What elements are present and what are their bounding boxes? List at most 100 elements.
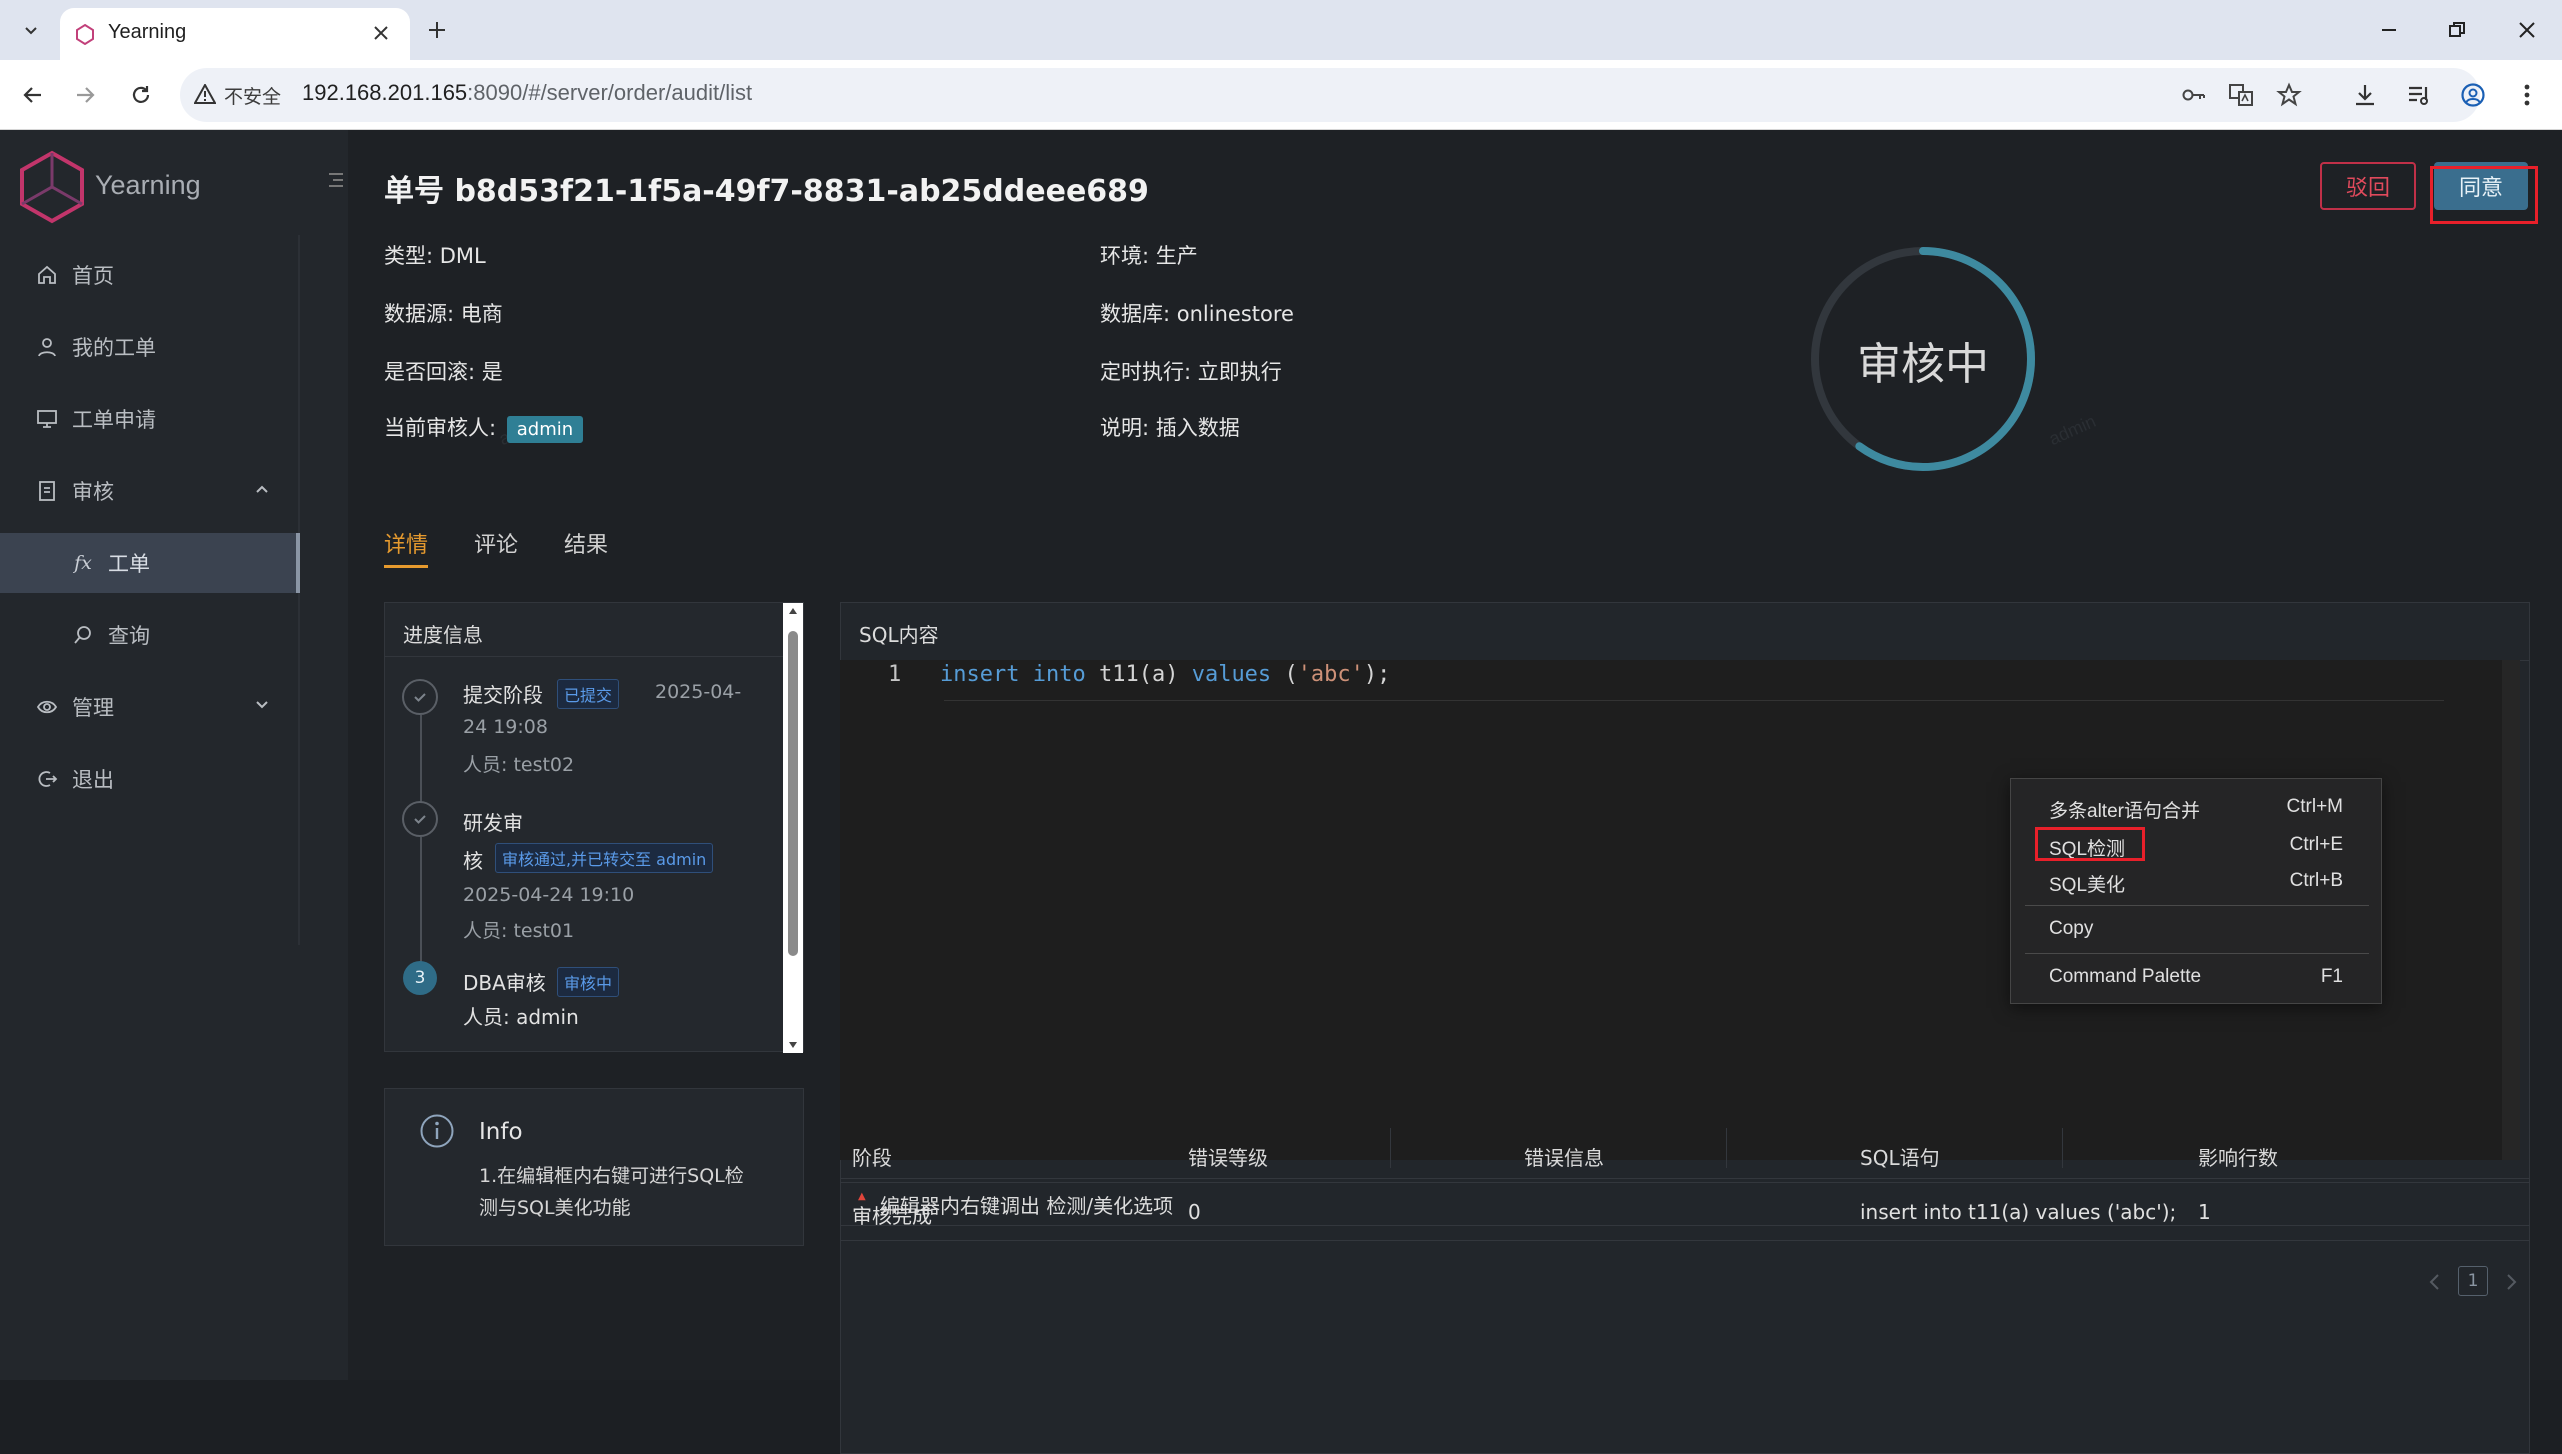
address-bar[interactable]: 不安全 192.168.201.165:8090/#/server/order/… xyxy=(180,68,2480,122)
order-desc: 说明: 插入数据 xyxy=(1100,412,1240,442)
browser-tab[interactable]: Yearning xyxy=(60,8,410,60)
editor-scrollbar[interactable] xyxy=(2502,660,2520,1160)
step-number-badge: 3 xyxy=(403,961,437,995)
manage-icon xyxy=(34,696,60,718)
menu-separator xyxy=(2025,953,2369,954)
info-line-1: 1.在编辑框内右键可进行SQL检 xyxy=(479,1165,744,1187)
sidebar-item-orders[interactable]: fx 工单 xyxy=(0,533,300,593)
prev-page-icon[interactable] xyxy=(2428,1272,2442,1292)
code-keyword: insert xyxy=(940,662,1020,687)
step-submit-time-a: 2025-04- xyxy=(655,681,742,703)
desc-value: 插入数据 xyxy=(1155,416,1240,440)
sidebar-item-query[interactable]: 查询 xyxy=(0,605,300,665)
column-header-sql: SQL语句 xyxy=(1860,1146,1940,1170)
menu-item-copy[interactable]: Copy xyxy=(2011,911,2383,947)
step-dba-person: 人员: admin xyxy=(463,1005,579,1029)
order-title: 单号 b8d53f21-1f5a-49f7-8831-ab25ddeee689 xyxy=(384,174,1149,209)
table-cell-affected-rows: 1 xyxy=(2198,1200,2211,1224)
approved-tag: 审核通过,并已转交至 admin xyxy=(495,843,714,873)
rollback-label: 是否回滚: xyxy=(384,360,476,384)
menu-item-label: Copy xyxy=(2049,918,2094,939)
order-source: 数据源: 电商 xyxy=(384,298,503,328)
sidebar-item-logout[interactable]: 退出 xyxy=(0,749,300,809)
sidebar-item-order-apply[interactable]: 工单申请 xyxy=(0,389,300,449)
menu-item-shortcut: F1 xyxy=(2320,966,2343,987)
close-tab-icon[interactable] xyxy=(370,22,392,44)
scroll-up-icon[interactable] xyxy=(788,607,798,615)
env-label: 环境: xyxy=(1100,244,1150,268)
column-header-stage: 阶段 xyxy=(852,1146,892,1170)
code-keyword: values xyxy=(1191,662,1272,687)
yearning-favicon-icon xyxy=(74,23,96,45)
step-submit-name: 提交阶段 xyxy=(463,683,543,707)
restore-icon[interactable] xyxy=(2442,15,2472,45)
reload-icon[interactable] xyxy=(126,80,156,110)
menu-item-merge-alter[interactable]: 多条alter语句合并 Ctrl+M xyxy=(2011,789,2383,825)
menu-item-label: Command Palette xyxy=(2049,966,2202,987)
menu-item-label: 多条alter语句合并 xyxy=(2049,801,2200,822)
reject-button[interactable]: 驳回 xyxy=(2320,162,2416,210)
code-line[interactable]: insert into t11(a) values ('abc'); xyxy=(940,662,1390,687)
info-panel: Info 1.在编辑框内右键可进行SQL检 测与SQL美化功能 xyxy=(384,1088,804,1246)
progress-scrollbar[interactable] xyxy=(783,603,803,1053)
sidebar-item-manage[interactable]: 管理 xyxy=(0,677,300,737)
security-label[interactable]: 不安全 xyxy=(224,82,281,109)
progress-header: 进度信息 xyxy=(385,603,803,657)
back-icon[interactable] xyxy=(18,80,48,110)
menu-item-command-palette[interactable]: Command Palette F1 xyxy=(2011,959,2383,995)
row-divider xyxy=(840,1240,2530,1241)
line-number: 1 xyxy=(888,662,902,687)
close-window-icon[interactable] xyxy=(2512,15,2542,45)
user-icon xyxy=(34,336,60,358)
reviewer-tag: admin xyxy=(506,416,584,443)
check-icon xyxy=(402,679,438,715)
sidebar-item-audit[interactable]: 审核 xyxy=(0,461,300,521)
translate-icon[interactable] xyxy=(2226,80,2256,110)
scroll-down-icon[interactable] xyxy=(788,1041,798,1049)
sidebar: Yearning 首页 我的工单 工单申请 审核 fx 工单 查询 管理 退出 xyxy=(0,130,348,1380)
sidebar-item-home[interactable]: 首页 xyxy=(0,245,300,305)
tab-results[interactable]: 结果 xyxy=(564,527,608,559)
bookmark-star-icon[interactable] xyxy=(2274,80,2304,110)
download-icon[interactable] xyxy=(2350,80,2380,110)
sidebar-item-label: 首页 xyxy=(72,264,114,288)
tab-search-icon[interactable] xyxy=(16,15,46,45)
code-table: t11(a) xyxy=(1098,662,1179,687)
page-number-button[interactable]: 1 xyxy=(2458,1266,2488,1296)
media-control-icon[interactable] xyxy=(2404,80,2434,110)
warning-icon[interactable] xyxy=(194,84,216,104)
main-content: admin admin admin admin 单号 b8d53f21-1f5a… xyxy=(348,130,2562,1454)
step-dev-person: 人员: test01 xyxy=(463,920,575,942)
menu-item-shortcut: Ctrl+M xyxy=(2286,796,2343,817)
tab-details[interactable]: 详情 xyxy=(384,527,428,559)
rollback-value: 是 xyxy=(481,360,503,384)
source-value: 电商 xyxy=(460,302,503,326)
menu-item-sql-beautify[interactable]: SQL美化 Ctrl+B xyxy=(2011,863,2383,899)
type-value: DML xyxy=(439,244,486,268)
step-submit-time-b: 24 19:08 xyxy=(463,716,548,738)
timeline-line xyxy=(420,715,422,803)
browser-toolbar: 不安全 192.168.201.165:8090/#/server/order/… xyxy=(0,60,2562,130)
step-dev-time: 2025-04-24 19:10 xyxy=(463,884,635,906)
password-key-icon[interactable] xyxy=(2178,80,2208,110)
status-ring: 审核中 xyxy=(1808,244,2038,474)
collapse-menu-icon[interactable] xyxy=(326,170,346,190)
sidebar-item-label: 工单 xyxy=(108,552,150,576)
forward-icon[interactable] xyxy=(70,80,100,110)
scroll-thumb[interactable] xyxy=(788,631,798,956)
row-divider xyxy=(840,1182,2530,1183)
browser-menu-icon[interactable] xyxy=(2512,80,2542,110)
code-keyword: into xyxy=(1032,662,1086,687)
new-tab-icon[interactable] xyxy=(422,15,452,45)
profile-icon[interactable] xyxy=(2458,80,2488,110)
sidebar-item-my-orders[interactable]: 我的工单 xyxy=(0,317,300,377)
column-divider xyxy=(2062,1128,2063,1168)
url-text[interactable]: 192.168.201.165:8090/#/server/order/audi… xyxy=(302,80,752,106)
info-icon xyxy=(419,1113,455,1149)
step-submit-person: 人员: test02 xyxy=(463,754,575,776)
sidebar-item-label: 我的工单 xyxy=(72,336,156,360)
sql-header: SQL内容 xyxy=(841,603,2529,661)
next-page-icon[interactable] xyxy=(2504,1272,2518,1292)
minimize-icon[interactable] xyxy=(2374,15,2404,45)
tab-comments[interactable]: 评论 xyxy=(474,527,518,559)
